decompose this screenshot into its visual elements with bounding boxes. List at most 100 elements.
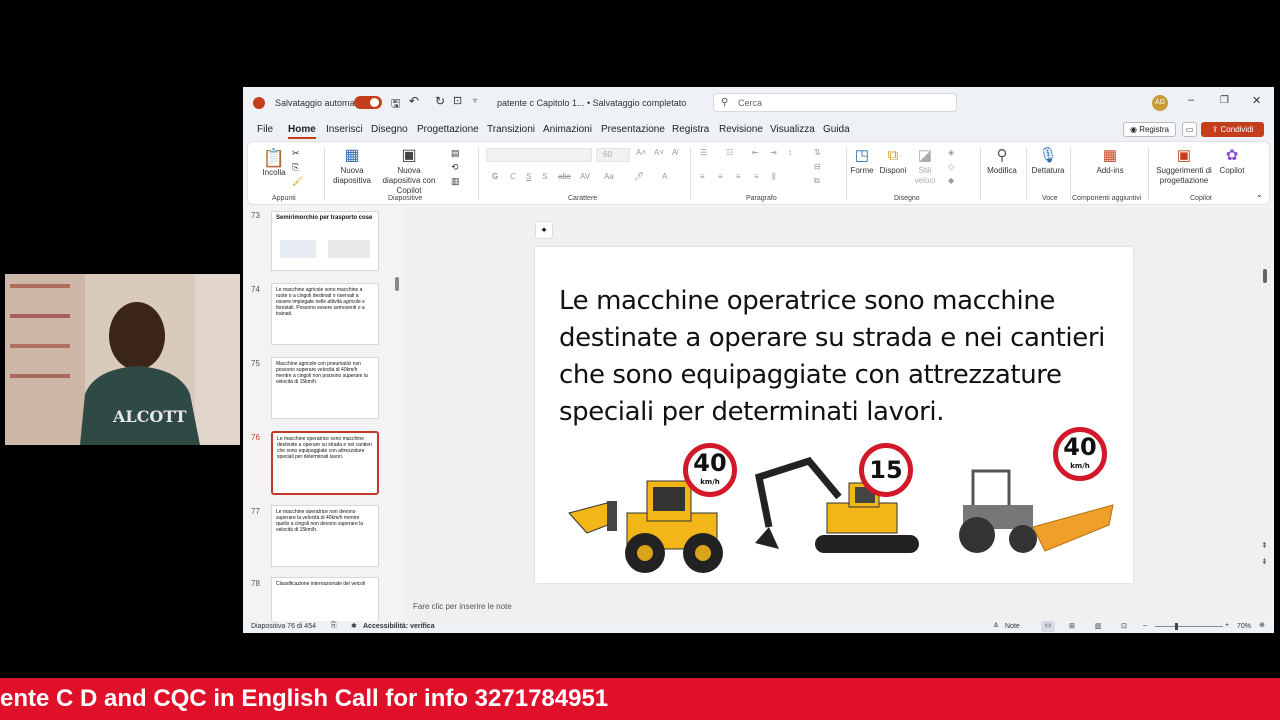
zoom-in-icon[interactable]: +: [1225, 622, 1229, 629]
accessibility-icon[interactable]: ✱: [351, 622, 357, 630]
avatar[interactable]: AG: [1152, 95, 1168, 111]
line-spacing-icon[interactable]: ↕: [788, 148, 792, 157]
shape-effects-icon[interactable]: ◆: [948, 176, 954, 185]
next-slide-icon[interactable]: ⇟: [1261, 557, 1268, 566]
notes-icon[interactable]: ≙: [993, 622, 999, 630]
text-direction-icon[interactable]: ⇅: [814, 148, 821, 157]
tab-review[interactable]: Revisione: [719, 124, 763, 135]
clear-format-icon[interactable]: A̸: [672, 148, 677, 157]
shapes-button[interactable]: ◳ Forme: [850, 146, 874, 176]
current-slide[interactable]: Le macchine operatrice sono macchine des…: [535, 247, 1133, 583]
new-slide-copilot-button[interactable]: ▣ Nuova diapositiva con Copilot: [380, 146, 438, 196]
present-icon[interactable]: ⊡: [453, 94, 462, 107]
dictate-button[interactable]: 🎙 Dettatura: [1030, 146, 1066, 176]
cut-icon[interactable]: ✂: [292, 148, 300, 159]
copilot-button[interactable]: ✿ Copilot: [1216, 146, 1248, 176]
slide-body-text[interactable]: Le macchine operatrice sono macchine des…: [559, 283, 1129, 431]
slide-thumbnail[interactable]: Semirimorchio per trasporto cose: [271, 211, 379, 271]
align-text-icon[interactable]: ⊟: [814, 162, 821, 171]
comments-icon[interactable]: ▭: [1182, 122, 1197, 137]
reset-icon[interactable]: ⟲: [451, 162, 459, 173]
zoom-slider[interactable]: [1155, 623, 1223, 630]
shape-fill-icon[interactable]: ◈: [948, 148, 954, 157]
slide-thumbnail[interactable]: Classificazione internazionale dei veico…: [271, 577, 379, 621]
accessibility-status[interactable]: Accessibilità: verifica: [363, 623, 435, 630]
share-button[interactable]: ⇪ Condividi: [1201, 122, 1264, 137]
columns-icon[interactable]: ⫼: [772, 172, 776, 182]
arrange-button[interactable]: ⧉ Disponi: [878, 146, 908, 176]
justify-icon[interactable]: ≡: [754, 172, 759, 181]
shadow-icon[interactable]: S: [542, 172, 547, 181]
minimize-icon[interactable]: –: [1188, 94, 1194, 106]
slide-thumbnail[interactable]: Macchine agricole con pneumatici non pos…: [271, 357, 379, 419]
font-name-field[interactable]: [486, 148, 592, 162]
document-name[interactable]: patente c Capitolo 1...: [497, 98, 585, 108]
copy-icon[interactable]: ⎘: [292, 162, 299, 173]
slideshow-icon[interactable]: ⊡: [1121, 622, 1127, 630]
tab-slideshow[interactable]: Presentazione: [601, 124, 665, 135]
tab-design[interactable]: Progettazione: [417, 124, 479, 135]
zoom-out-icon[interactable]: –: [1143, 622, 1147, 629]
restore-icon[interactable]: ❐: [1220, 95, 1229, 106]
tab-view[interactable]: Visualizza: [770, 124, 815, 135]
save-status[interactable]: • Salvataggio completato: [587, 98, 686, 108]
record-button[interactable]: ◉ Registra: [1123, 122, 1176, 137]
new-slide-button[interactable]: ▦ Nuova diapositiva: [332, 146, 372, 186]
tab-home[interactable]: Home: [288, 124, 316, 139]
align-right-icon[interactable]: ≡: [736, 172, 741, 181]
collapse-ribbon-icon[interactable]: ⌄: [1256, 190, 1263, 199]
designer-float-icon[interactable]: ✦: [535, 221, 553, 239]
numbering-icon[interactable]: ☷: [726, 148, 733, 157]
canvas-scrollbar[interactable]: [1263, 269, 1267, 283]
editing-button[interactable]: ⚲ Modifica: [984, 146, 1020, 176]
align-left-icon[interactable]: ≡: [700, 172, 705, 181]
notes-placeholder[interactable]: Fare clic per inserire le note: [413, 602, 512, 611]
layout-icon[interactable]: ▤: [451, 148, 460, 159]
slide-thumbnail[interactable]: Le macchine operatrice non devono supera…: [271, 505, 379, 567]
normal-view-icon[interactable]: ▭: [1041, 621, 1055, 632]
align-center-icon[interactable]: ≡: [718, 172, 723, 181]
zoom-level[interactable]: 70%: [1237, 623, 1251, 630]
save-icon[interactable]: 🖫: [391, 95, 400, 114]
underline-icon[interactable]: S: [526, 172, 531, 181]
decrease-indent-icon[interactable]: ⇤: [752, 148, 759, 157]
redo-icon[interactable]: ↻: [435, 94, 445, 108]
thumbnails-scrollbar[interactable]: [395, 277, 399, 291]
close-icon[interactable]: ✕: [1252, 94, 1261, 107]
font-size-field[interactable]: 60: [596, 148, 630, 162]
tab-record[interactable]: Registra: [672, 124, 709, 135]
previous-slide-icon[interactable]: ⇞: [1261, 541, 1268, 550]
bold-icon[interactable]: G: [492, 172, 498, 181]
tab-transitions[interactable]: Transizioni: [487, 124, 535, 135]
search-box[interactable]: ⚲ Cerca: [713, 93, 957, 112]
tab-draw[interactable]: Disegno: [371, 124, 408, 135]
design-suggestions-button[interactable]: ▣ Suggerimenti di progettazione: [1152, 146, 1216, 186]
tab-file[interactable]: File: [257, 124, 273, 135]
addins-button[interactable]: ▦ Add-ins: [1092, 146, 1128, 176]
smartart-icon[interactable]: ⧉: [814, 176, 820, 186]
quick-styles-button[interactable]: ◪ Stili veloci: [912, 146, 938, 186]
bullets-icon[interactable]: ☰: [700, 148, 707, 157]
slide-sorter-icon[interactable]: ⊞: [1069, 622, 1075, 630]
customize-toolbar-icon[interactable]: ▿: [473, 96, 477, 105]
section-icon[interactable]: ▥: [451, 176, 460, 187]
autosave-toggle[interactable]: [354, 96, 382, 109]
undo-icon[interactable]: ↶: [409, 94, 419, 108]
increase-indent-icon[interactable]: ⇥: [770, 148, 777, 157]
italic-icon[interactable]: C: [510, 172, 516, 181]
reading-view-icon[interactable]: ▥: [1095, 622, 1102, 630]
notes-button[interactable]: Note: [1005, 623, 1020, 630]
fit-slide-icon[interactable]: ⊕: [1259, 621, 1265, 629]
tab-help[interactable]: Guida: [823, 124, 850, 135]
change-case-icon[interactable]: Aa: [604, 172, 614, 181]
increase-font-icon[interactable]: A˄: [636, 148, 646, 157]
strikethrough-icon[interactable]: abc: [558, 172, 571, 181]
decrease-font-icon[interactable]: A˅: [654, 148, 664, 157]
slide-thumbnail[interactable]: Le macchine agricole sono macchine a ruo…: [271, 283, 379, 345]
tab-insert[interactable]: Inserisci: [326, 124, 363, 135]
spellcheck-icon[interactable]: ⎘: [331, 622, 337, 630]
format-painter-icon[interactable]: 🖌: [292, 176, 303, 187]
font-color-icon[interactable]: A: [662, 172, 667, 181]
shape-outline-icon[interactable]: ◇: [948, 162, 954, 171]
slide-thumbnail-selected[interactable]: Le macchine operatrice sono macchine des…: [271, 431, 379, 495]
